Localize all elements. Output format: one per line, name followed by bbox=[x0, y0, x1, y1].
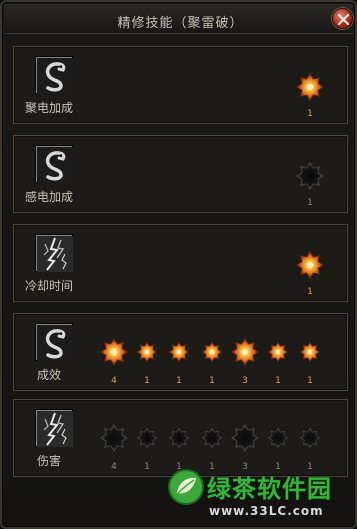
star-count: 1 bbox=[176, 376, 182, 386]
skill-row-3: 冷却时间 1 bbox=[13, 224, 348, 302]
empty-star-icon bbox=[299, 427, 321, 449]
skill-icon[interactable] bbox=[36, 57, 73, 94]
skill-panel: 精修技能（聚雷破） 聚电加成 1 感电加成 1 冷却时间 1 成效 4 1 1 1 3 1 1 伤害… bbox=[0, 0, 357, 529]
refine-star[interactable] bbox=[299, 341, 321, 367]
empty-star-icon bbox=[136, 427, 158, 449]
refine-star[interactable] bbox=[295, 250, 325, 284]
star-count: 4 bbox=[111, 462, 117, 472]
empty-star-icon bbox=[201, 427, 223, 449]
refine-star[interactable] bbox=[99, 423, 129, 457]
empty-star-icon bbox=[168, 427, 190, 449]
star-count: 4 bbox=[111, 376, 117, 386]
refine-star[interactable] bbox=[136, 341, 158, 367]
refine-star[interactable] bbox=[295, 72, 325, 106]
star-count: 1 bbox=[307, 109, 313, 119]
leaf-logo-icon bbox=[168, 469, 204, 505]
lit-star-icon bbox=[201, 341, 223, 363]
skill-icon[interactable] bbox=[36, 146, 73, 183]
refine-star[interactable] bbox=[201, 427, 223, 453]
empty-star-icon bbox=[231, 424, 259, 452]
refine-star[interactable] bbox=[299, 427, 321, 453]
skill-label: 感电加成 bbox=[24, 190, 73, 204]
star-count: 3 bbox=[242, 376, 248, 386]
skill-row-4: 成效 4 1 1 1 3 1 1 bbox=[13, 313, 348, 391]
serpent-icon bbox=[37, 58, 73, 94]
refine-star[interactable] bbox=[168, 341, 190, 367]
empty-star-icon bbox=[296, 162, 324, 190]
empty-star-icon bbox=[100, 424, 128, 452]
serpent-icon bbox=[37, 147, 73, 183]
star-count: 1 bbox=[275, 376, 281, 386]
star-count: 1 bbox=[307, 376, 313, 386]
refine-star[interactable] bbox=[230, 423, 260, 457]
skill-label: 聚电加成 bbox=[24, 101, 73, 115]
refine-star[interactable] bbox=[267, 427, 289, 453]
watermark-text: 绿茶软件园 bbox=[207, 475, 332, 503]
skill-icon[interactable] bbox=[36, 235, 73, 272]
skill-row-1: 聚电加成 1 bbox=[13, 46, 348, 124]
star-count: 1 bbox=[144, 462, 150, 472]
refine-star[interactable] bbox=[136, 427, 158, 453]
skill-label: 成效 bbox=[36, 368, 61, 382]
star-count: 1 bbox=[307, 198, 313, 208]
empty-star-icon bbox=[267, 427, 289, 449]
refine-star[interactable] bbox=[201, 341, 223, 367]
refine-star[interactable] bbox=[230, 337, 260, 371]
close-icon bbox=[337, 13, 350, 26]
lit-star-icon bbox=[296, 73, 324, 101]
lit-star-icon bbox=[296, 251, 324, 279]
lit-star-icon bbox=[168, 341, 190, 363]
refine-star[interactable] bbox=[267, 341, 289, 367]
lit-star-icon bbox=[100, 338, 128, 366]
lit-star-icon bbox=[231, 338, 259, 366]
refine-star[interactable] bbox=[168, 427, 190, 453]
star-count: 1 bbox=[307, 287, 313, 297]
skill-icon[interactable] bbox=[36, 324, 73, 361]
skill-label: 冷却时间 bbox=[24, 279, 73, 293]
serpent-icon bbox=[37, 325, 73, 361]
star-count: 1 bbox=[209, 376, 215, 386]
skill-icon[interactable] bbox=[36, 410, 73, 447]
lightning-icon bbox=[37, 411, 73, 447]
star-count: 1 bbox=[144, 376, 150, 386]
lightning-icon bbox=[37, 236, 73, 272]
watermark: 绿茶软件园 www.33LC.com bbox=[165, 465, 355, 525]
close-button[interactable] bbox=[332, 8, 353, 29]
refine-star[interactable] bbox=[99, 337, 129, 371]
lit-star-icon bbox=[299, 341, 321, 363]
skill-row-2: 感电加成 1 bbox=[13, 135, 348, 213]
lit-star-icon bbox=[267, 341, 289, 363]
skill-label: 伤害 bbox=[36, 454, 61, 468]
lit-star-icon bbox=[136, 341, 158, 363]
refine-star[interactable] bbox=[295, 161, 325, 195]
window-title: 精修技能（聚雷破） bbox=[117, 16, 244, 31]
watermark-url: www.33LC.com bbox=[209, 504, 324, 518]
